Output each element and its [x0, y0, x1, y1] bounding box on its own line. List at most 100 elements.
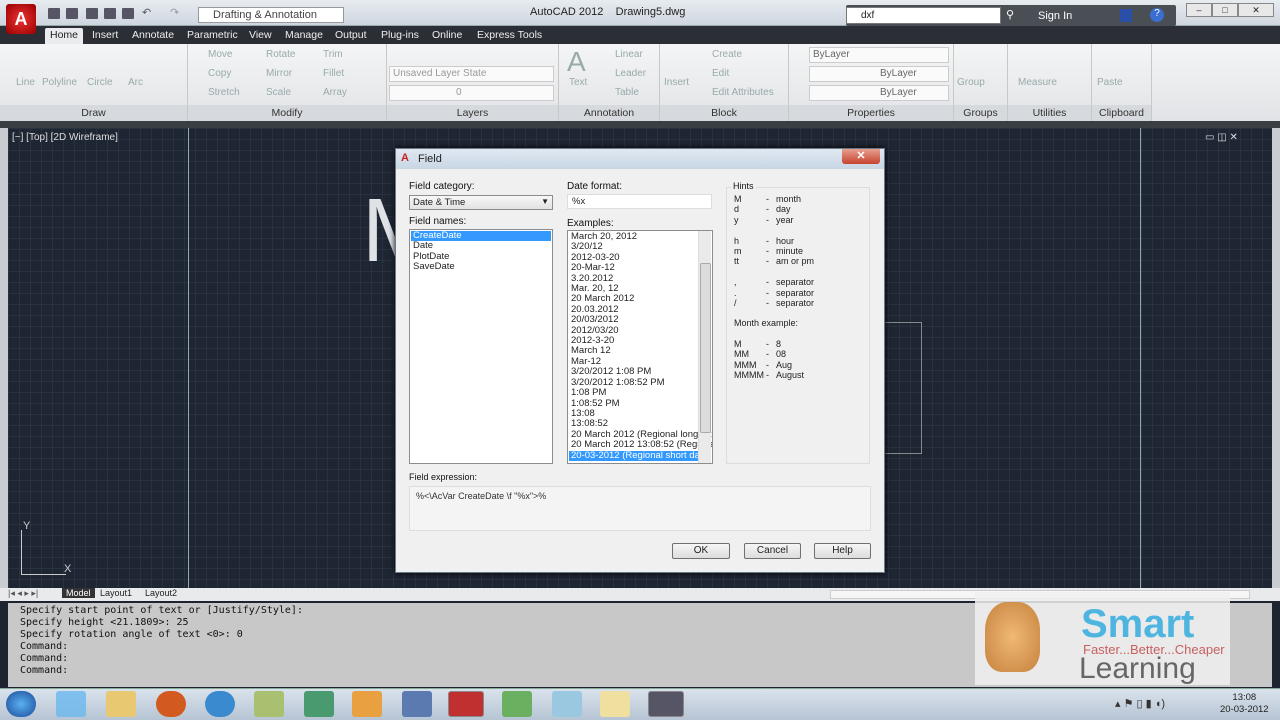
insert-tool[interactable]: Insert: [664, 77, 689, 88]
scale-tool[interactable]: Scale: [266, 87, 291, 98]
table-tool[interactable]: Table: [615, 87, 639, 98]
app-icon[interactable]: [205, 691, 235, 717]
move-tool[interactable]: Move: [208, 49, 232, 60]
text-tool[interactable]: Text: [569, 77, 587, 88]
draw-panel-label[interactable]: Draw: [0, 105, 187, 121]
tab-parametric[interactable]: Parametric: [182, 28, 243, 44]
recorder-icon[interactable]: [648, 691, 684, 717]
field-expression-box[interactable]: %<\AcVar CreateDate \f "%x">%: [409, 486, 871, 531]
clock[interactable]: 13:08 20-03-2012: [1220, 692, 1269, 716]
fillet-tool[interactable]: Fillet: [323, 68, 344, 79]
layer-dropdown[interactable]: 0: [389, 85, 554, 101]
undo-icon[interactable]: ↶: [142, 6, 151, 19]
dialog-close-button[interactable]: ✕: [842, 149, 880, 164]
tab-output[interactable]: Output: [330, 28, 372, 44]
viewport-controls[interactable]: [−] [Top] [2D Wireframe]: [12, 132, 118, 143]
lineweight-dropdown[interactable]: ByLayer: [809, 85, 949, 101]
tab-home[interactable]: Home: [45, 28, 84, 44]
app-icon[interactable]: [304, 691, 334, 717]
line-tool[interactable]: Line: [16, 77, 35, 88]
properties-panel-label[interactable]: Properties: [789, 105, 953, 121]
app-icon[interactable]: [254, 691, 284, 717]
workspace-dropdown[interactable]: Drafting & Annotation: [198, 7, 344, 23]
clipboard-panel-label[interactable]: Clipboard: [1092, 105, 1151, 121]
trim-tool[interactable]: Trim: [323, 49, 343, 60]
field-names-list[interactable]: CreateDate Date PlotDate SaveDate: [409, 229, 553, 464]
open-icon[interactable]: [66, 8, 78, 19]
media-player-icon[interactable]: [352, 691, 382, 717]
tab-plug-ins[interactable]: Plug-ins: [376, 28, 424, 44]
app-icon[interactable]: [502, 691, 532, 717]
linetype-dropdown[interactable]: ByLayer: [809, 66, 949, 82]
help-icon[interactable]: ?: [1150, 8, 1164, 22]
viewport-window-controls[interactable]: ▭ ◫ ✕: [1205, 132, 1238, 143]
field-category-dropdown[interactable]: Date & Time ▼: [409, 195, 553, 210]
layers-panel-label[interactable]: Layers: [387, 105, 558, 121]
examples-scrollbar[interactable]: [698, 231, 711, 463]
binoculars-icon[interactable]: ⚲: [1006, 8, 1014, 21]
edit-block-tool[interactable]: Edit: [712, 68, 729, 79]
example-item[interactable]: 20-03-2012 (Regional short date): [569, 450, 711, 461]
explorer-icon[interactable]: [106, 691, 136, 717]
layout-nav-arrows[interactable]: |◂ ◂ ▸ ▸|: [8, 588, 38, 599]
notepad-icon[interactable]: [552, 691, 582, 717]
edit-attributes-tool[interactable]: Edit Attributes: [712, 87, 774, 98]
rotate-tool[interactable]: Rotate: [266, 49, 295, 60]
polyline-tool[interactable]: Polyline: [42, 77, 77, 88]
stretch-tool[interactable]: Stretch: [208, 87, 240, 98]
maximize-button[interactable]: □: [1212, 3, 1238, 17]
tab-view[interactable]: View: [244, 28, 277, 44]
copy-tool[interactable]: Copy: [208, 68, 231, 79]
tab-layout2[interactable]: Layout2: [145, 588, 177, 598]
block-panel-label[interactable]: Block: [660, 105, 788, 121]
examples-list[interactable]: March 20, 2012 3/20/12 2012-03-20 20-Mar-12…: [567, 230, 713, 464]
tab-model[interactable]: Model: [62, 588, 95, 598]
system-tray-icons[interactable]: ▴ ⚑ ▯ ▮ ◖): [1115, 697, 1165, 710]
example-item[interactable]: 1:08 PM: [569, 387, 698, 398]
tab-layout1[interactable]: Layout1: [100, 588, 132, 598]
create-block-tool[interactable]: Create: [712, 49, 742, 60]
autocad-taskbar-icon[interactable]: [448, 691, 484, 717]
mirror-tool[interactable]: Mirror: [266, 68, 292, 79]
tab-manage[interactable]: Manage: [280, 28, 328, 44]
firefox-icon[interactable]: [156, 691, 186, 717]
tab-online[interactable]: Online: [427, 28, 467, 44]
close-button[interactable]: ✕: [1238, 3, 1274, 17]
tab-insert[interactable]: Insert: [87, 28, 123, 44]
list-item[interactable]: SaveDate: [411, 261, 551, 272]
save-icon[interactable]: [86, 8, 98, 19]
exchange-icon[interactable]: [1120, 9, 1132, 22]
dialog-title-bar[interactable]: A Field: [396, 149, 884, 169]
ok-button[interactable]: OK: [672, 543, 730, 559]
example-item[interactable]: 20 March 2012 13:08:52 (Regional: [569, 439, 712, 450]
new-icon[interactable]: [48, 8, 60, 19]
group-tool[interactable]: Group: [957, 77, 985, 88]
cancel-button[interactable]: Cancel: [744, 543, 801, 559]
search-input[interactable]: dxf: [846, 7, 1001, 24]
arc-tool[interactable]: Arc: [128, 77, 143, 88]
minimize-button[interactable]: –: [1186, 3, 1212, 17]
print-icon[interactable]: [122, 8, 134, 19]
layer-state-dropdown[interactable]: Unsaved Layer State: [389, 66, 554, 82]
measure-tool[interactable]: Measure: [1018, 77, 1057, 88]
tab-express-tools[interactable]: Express Tools: [472, 28, 547, 44]
internet-explorer-icon[interactable]: [56, 691, 86, 717]
application-menu-button[interactable]: A: [6, 4, 36, 34]
app-icon[interactable]: [402, 691, 432, 717]
groups-panel-label[interactable]: Groups: [954, 105, 1007, 121]
annotation-panel-label[interactable]: Annotation: [559, 105, 659, 121]
circle-tool[interactable]: Circle: [87, 77, 113, 88]
save-as-icon[interactable]: [104, 8, 116, 19]
sign-in-button[interactable]: Sign In: [1038, 10, 1072, 22]
modify-panel-label[interactable]: Modify: [188, 105, 386, 121]
linear-tool[interactable]: Linear: [615, 49, 643, 60]
date-format-input[interactable]: %x: [567, 194, 712, 209]
array-tool[interactable]: Array: [323, 87, 347, 98]
utilities-panel-label[interactable]: Utilities: [1008, 105, 1091, 121]
scrollbar-thumb[interactable]: [700, 263, 711, 433]
start-button[interactable]: [6, 691, 36, 717]
color-dropdown[interactable]: ByLayer: [809, 47, 949, 63]
redo-icon[interactable]: ↷: [170, 6, 179, 19]
help-button[interactable]: Help: [814, 543, 871, 559]
tab-annotate[interactable]: Annotate: [127, 28, 179, 44]
